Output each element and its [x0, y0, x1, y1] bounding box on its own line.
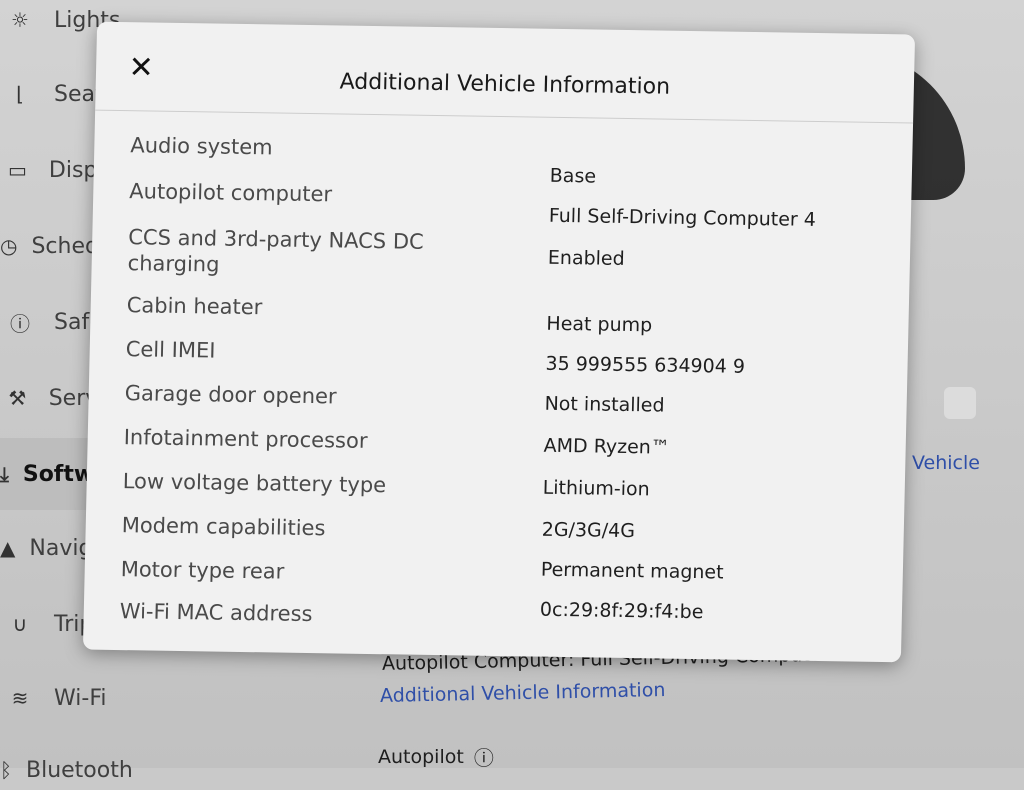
info-value: Permanent magnet [540, 558, 724, 584]
dialog-title: Additional Vehicle Information [339, 69, 671, 100]
info-label: Garage door opener [124, 381, 337, 409]
info-value: 0c:29:8f:29:f4:be [539, 598, 704, 624]
info-value: Not installed [544, 392, 665, 417]
info-value: 35 999555 634904 9 [545, 352, 746, 378]
info-label: Motor type rear [120, 557, 285, 584]
info-value: Heat pump [546, 312, 653, 337]
info-row-cell-imei: Cell IMEI 35 999555 634904 9 [125, 336, 888, 378]
info-label: Audio system [130, 133, 273, 160]
info-row-lv-battery: Low voltage battery type Lithium-ion [122, 468, 885, 500]
sidebar-item-label: Wi-Fi [54, 685, 107, 711]
info-value: Lithium-ion [542, 476, 650, 501]
safety-icon: ⓘ [10, 311, 30, 336]
info-value: Full Self-Driving Computer 4 [548, 204, 817, 231]
info-label: Cabin heater [126, 293, 263, 320]
sun-icon: ☼ [11, 8, 29, 32]
navigation-icon: ▲ [0, 536, 16, 560]
wifi-icon: ≋ [11, 686, 29, 710]
autopilot-row: Autopilot ⓘ [378, 742, 494, 771]
schedule-icon: ◷ [0, 234, 18, 258]
sidebar-item-bluetooth[interactable]: ᛒ Bluetooth [0, 750, 133, 790]
info-row-cabin-heater: Cabin heater Heat pump [126, 292, 889, 336]
info-row-infotainment: Infotainment processor AMD Ryzen™ [123, 424, 886, 459]
info-value: 2G/3G/4G [541, 518, 636, 543]
trips-icon: ∪ [12, 612, 28, 636]
info-value: Base [549, 164, 597, 188]
info-label: Wi-Fi MAC address [119, 599, 313, 627]
info-row-motor-rear: Motor type rear Permanent magnet [120, 556, 883, 584]
wrench-icon: ⚒ [8, 386, 27, 410]
display-icon: ▭ [8, 158, 27, 182]
info-icon[interactable]: ⓘ [474, 742, 494, 771]
bluetooth-icon: ᛒ [0, 758, 12, 782]
info-row-modem: Modem capabilities 2G/3G/4G [121, 512, 884, 542]
dialog-header: ✕ Additional Vehicle Information [95, 21, 916, 124]
info-label: Low voltage battery type [122, 469, 387, 498]
additional-info-dialog: ✕ Additional Vehicle Information Audio s… [82, 21, 916, 663]
autopilot-label: Autopilot [378, 745, 464, 768]
vehicle-link[interactable]: Vehicle [912, 452, 980, 474]
sidebar-item-wifi[interactable]: ≋ Wi-Fi [0, 678, 130, 718]
info-label: Autopilot computer [129, 179, 333, 207]
info-list: Audio system Base Autopilot computer Ful… [120, 132, 893, 626]
info-label: Infotainment processor [123, 425, 368, 453]
info-value: AMD Ryzen™ [543, 434, 671, 459]
download-icon: ⤓ [0, 462, 9, 486]
additional-info-link[interactable]: Additional Vehicle Information [380, 679, 666, 707]
sidebar-item-label: Bluetooth [26, 757, 133, 783]
info-label: Cell IMEI [125, 337, 216, 363]
background-checkbox[interactable] [944, 387, 976, 419]
info-label: Modem capabilities [121, 513, 326, 541]
info-row-wifi-mac: Wi-Fi MAC address 0c:29:8f:29:f4:be [120, 598, 882, 626]
info-value: Enabled [547, 246, 625, 270]
seat-icon: ⌊ [16, 82, 24, 106]
info-row-autopilot-computer: Autopilot computer Full Self-Driving Com… [129, 178, 892, 231]
info-row-audio-system: Audio system Base [130, 132, 893, 187]
info-label: CCS and 3rd-party NACS DC charging [127, 225, 424, 277]
dialog-panel: ✕ Additional Vehicle Information Audio s… [82, 21, 916, 663]
info-row-garage-door: Garage door opener Not installed [124, 380, 887, 416]
